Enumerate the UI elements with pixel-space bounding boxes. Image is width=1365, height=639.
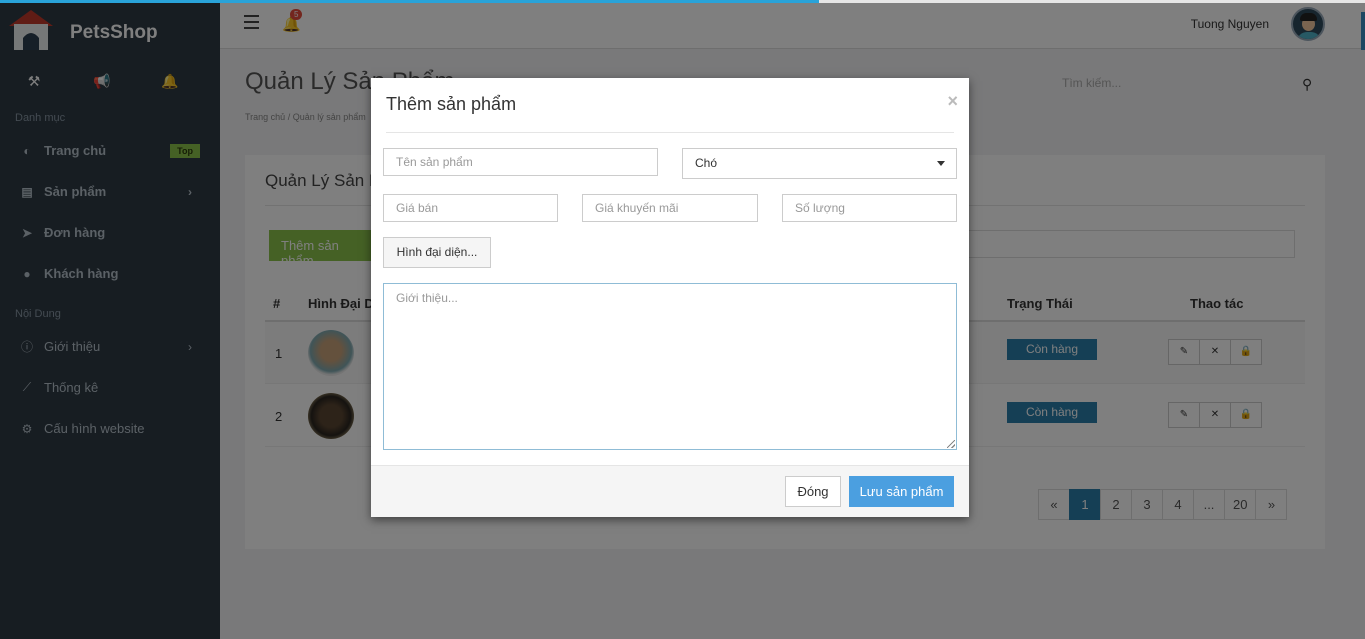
- resize-handle[interactable]: [947, 440, 955, 448]
- quantity-field[interactable]: Số lượng: [782, 194, 957, 222]
- modal-footer: Đóng Lưu sản phẩm: [371, 465, 969, 517]
- image-upload-button[interactable]: Hình đại diện...: [383, 237, 491, 268]
- save-product-button[interactable]: Lưu sản phẩm: [849, 476, 954, 507]
- sale-price-field[interactable]: Giá khuyến mãi: [582, 194, 758, 222]
- description-placeholder: Giới thiệu...: [396, 291, 458, 305]
- price-field[interactable]: Giá bán: [383, 194, 558, 222]
- product-name-field[interactable]: Tên sản phẩm: [383, 148, 658, 176]
- loading-progress-bar: [0, 0, 1365, 3]
- category-selected-value: Chó: [695, 156, 718, 170]
- close-icon[interactable]: ×: [947, 91, 958, 112]
- caret-down-icon: [937, 161, 945, 166]
- category-select[interactable]: Chó: [682, 148, 957, 179]
- close-button[interactable]: Đóng: [785, 476, 841, 507]
- description-textarea[interactable]: Giới thiệu...: [383, 283, 957, 450]
- add-product-modal: Thêm sản phẩm × Tên sản phẩm Chó Giá bán…: [371, 78, 969, 517]
- divider: [386, 132, 954, 133]
- modal-title: Thêm sản phẩm: [386, 94, 517, 114]
